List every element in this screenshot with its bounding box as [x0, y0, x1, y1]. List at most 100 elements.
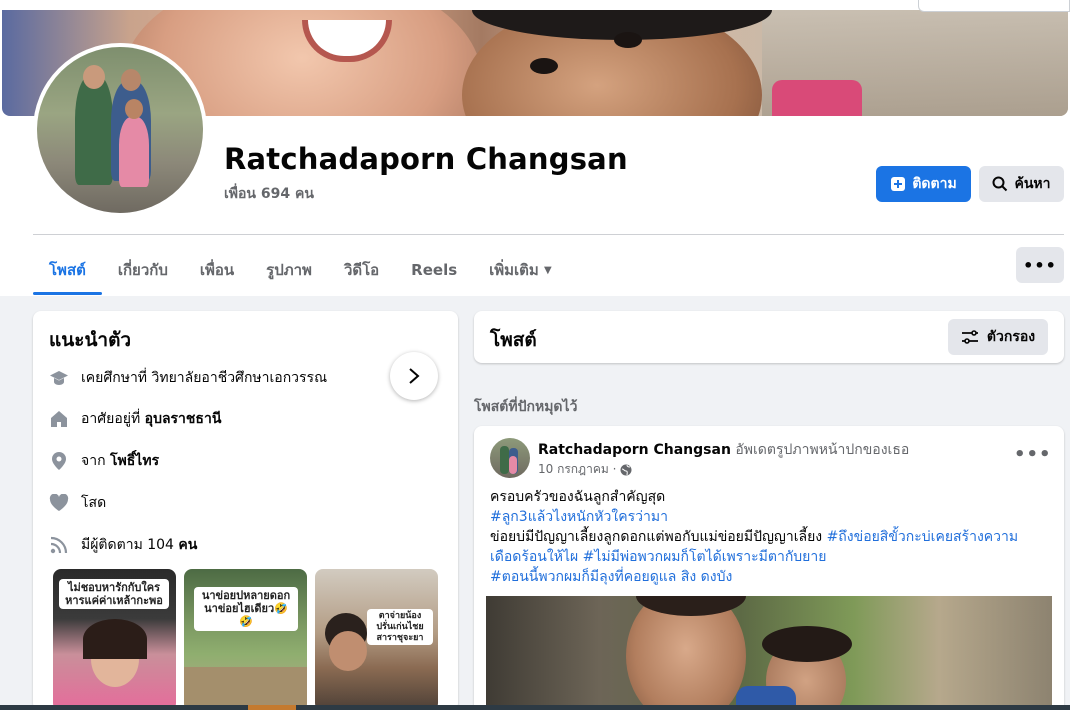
featured-thumb[interactable]: นาข่อยปหลายดอก นาข่อยไฮเดียว🤣🤣: [184, 569, 307, 710]
home-icon: [49, 409, 69, 429]
top-right-panel: [918, 0, 1070, 12]
rss-icon: [49, 535, 69, 555]
post-action: อัพเดตรูปภาพหน้าปกของเธอ: [730, 442, 910, 458]
chevron-right-icon: [409, 368, 420, 384]
post-date[interactable]: 10 กรกฎาคม ·: [538, 460, 616, 479]
intro-from: จาก โพธิ์ไทร: [49, 450, 159, 472]
avatar-image: [37, 47, 203, 213]
cover-clothing: [772, 80, 862, 116]
intro-followers-text: มีผู้ติดตาม 104: [81, 537, 179, 553]
filter-sliders-icon: [961, 330, 978, 344]
thumb-hair: [83, 619, 147, 659]
follow-button[interactable]: ติดตาม: [876, 166, 971, 202]
search-icon: [992, 176, 1008, 192]
friend-count[interactable]: เพื่อน 694 คน: [224, 183, 314, 205]
intro-lives-in: อาศัยอยู่ที่ อุบลราชธานี: [49, 408, 221, 430]
tab-label: วิดีโอ: [343, 261, 380, 279]
tab-label: เพื่อน: [199, 261, 235, 279]
post-line: ข่อยบ่มีปัญญาเลี้ยงลูกดอกแต่พอกับแม่ข่อย…: [490, 527, 1050, 547]
avatar-child: [509, 456, 517, 474]
tab-label: โพสต์: [49, 261, 86, 279]
profile-search-button[interactable]: ค้นหา: [979, 166, 1064, 202]
post-meta: 10 กรกฎาคม ·: [538, 460, 632, 479]
intro-lives-place[interactable]: อุบลราชธานี: [145, 411, 222, 427]
featured-thumb-caption: นาข่อยปหลายดอก นาข่อยไฮเดียว🤣🤣: [194, 587, 298, 631]
intro-education-text: เคยศึกษาที่ วิทยาลัยอาชีวศึกษาเอกวรรณ: [81, 370, 328, 386]
post-photo[interactable]: [486, 596, 1052, 710]
avatar-person: [75, 75, 113, 185]
search-label: ค้นหา: [1014, 176, 1051, 192]
cover-eye: [614, 32, 642, 48]
profile-tabs: โพสต์ เกี่ยวกับ เพื่อน รูปภาพ วิดีโอ Ree…: [33, 246, 568, 296]
featured-thumb-caption: ตาจ่ายน้องปรั่นเก่นไชย สาราชุจะยา: [367, 609, 433, 646]
tab-reels[interactable]: Reels: [395, 246, 473, 294]
post-options-button[interactable]: •••: [1014, 444, 1052, 465]
post-text: ครอบครัวของฉันลูกสำคัญสุด #ลูก3แล้วไงหนั…: [490, 487, 1050, 587]
featured-thumb[interactable]: ไม่ชอบหารักกับใคร หารแค่ค่าเหล้ากะพอ: [53, 569, 176, 710]
intro-followers-unit: คน: [178, 537, 198, 553]
intro-from-place[interactable]: โพธิ์ไทร: [110, 453, 159, 469]
hashtag-link[interactable]: #ถึงข่อยสิขั้วกะบ่เคยสร้างความ: [827, 529, 1019, 545]
featured-thumb-caption: ไม่ชอบหารักกับใคร หารแค่ค่าเหล้ากะพอ: [59, 579, 169, 610]
graduation-cap-icon: [49, 368, 69, 388]
hashtag-link[interactable]: #ตอนนี้พวกผมก็มีลุงที่คอยดูแล สิง ดงบัง: [490, 567, 1050, 587]
intro-relationship: โสด: [49, 492, 106, 514]
avatar-head: [125, 99, 143, 119]
intro-lives-text: อาศัยอยู่ที่: [81, 411, 145, 427]
intro-from-text: จาก: [81, 453, 110, 469]
thumb-face: [329, 631, 367, 671]
profile-name: Ratchadaporn Changsan: [224, 142, 628, 176]
tab-about[interactable]: เกี่ยวกับ: [102, 246, 184, 294]
more-options-button[interactable]: •••: [1016, 247, 1064, 283]
posts-title: โพสต์: [490, 329, 537, 351]
tab-label: เกี่ยวกับ: [117, 261, 168, 279]
posts-header-card: โพสต์ ตัวกรอง: [474, 311, 1064, 363]
header-divider: [33, 234, 1064, 235]
featured-thumb[interactable]: ตาจ่ายน้องปรั่นเก่นไชย สาราชุจะยา: [315, 569, 438, 710]
follow-label: ติดตาม: [912, 176, 957, 192]
filter-button[interactable]: ตัวกรอง: [948, 319, 1048, 355]
location-pin-icon: [49, 451, 69, 471]
post-header: Ratchadaporn Changsan อัพเดตรูปภาพหน้าปก…: [538, 439, 909, 461]
tab-label: Reels: [411, 261, 458, 279]
follow-plus-icon: [891, 177, 906, 191]
profile-page: Ratchadaporn Changsan เพื่อน 694 คน ติดต…: [0, 0, 1070, 710]
avatar-head: [83, 65, 105, 89]
next-arrow-button[interactable]: [390, 352, 438, 400]
globe-icon: [620, 464, 632, 475]
tab-more[interactable]: เพิ่มเติม ▼: [473, 246, 568, 294]
heart-icon: [49, 493, 69, 513]
intro-title: แนะนำตัว: [49, 329, 132, 351]
tab-label: เพิ่มเติม: [489, 261, 539, 279]
post-line: เดือดร้อนให้ไผ #ไม่มีพ่อพวกผมก็โตได้เพรา…: [490, 547, 1050, 567]
taskbar-strip: [0, 705, 1070, 710]
hashtag-link[interactable]: เดือดร้อนให้ไผ: [490, 549, 578, 565]
pinned-posts-label: โพสต์ที่ปักหมุดไว้: [474, 399, 578, 415]
post-author-avatar[interactable]: [490, 438, 530, 478]
filter-label: ตัวกรอง: [986, 329, 1036, 345]
chevron-down-icon: ▼: [544, 264, 552, 276]
profile-avatar[interactable]: [33, 43, 207, 217]
thumb-field: [184, 667, 307, 710]
tab-videos[interactable]: วิดีโอ: [328, 246, 395, 294]
featured-collection: ไม่ชอบหารักกับใคร หารแค่ค่าเหล้ากะพอ นาข…: [53, 569, 438, 710]
tab-posts[interactable]: โพสต์: [33, 246, 102, 295]
avatar-child: [119, 117, 149, 187]
intro-relationship-text: โสด: [81, 495, 107, 511]
intro-education: เคยศึกษาที่ วิทยาลัยอาชีวศึกษาเอกวรรณ: [49, 367, 327, 389]
avatar-person: [500, 446, 509, 474]
post-author-name[interactable]: Ratchadaporn Changsan: [538, 442, 731, 458]
tab-label: รูปภาพ: [266, 261, 312, 279]
tab-photos[interactable]: รูปภาพ: [250, 246, 328, 294]
cover-eye: [530, 58, 558, 74]
avatar-head: [121, 69, 141, 91]
photo-child-hair: [762, 626, 852, 662]
post-line: ครอบครัวของฉันลูกสำคัญสุด: [490, 489, 666, 505]
tab-friends[interactable]: เพื่อน: [184, 246, 250, 294]
post-line-text: ข่อยบ่มีปัญญาเลี้ยงลูกดอกแต่พอกับแม่ข่อย…: [490, 529, 827, 545]
taskbar-active-segment: [248, 705, 296, 710]
intro-followers: มีผู้ติดตาม 104 คน: [49, 534, 197, 556]
pinned-post: Ratchadaporn Changsan อัพเดตรูปภาพหน้าปก…: [474, 426, 1064, 710]
hashtag-link[interactable]: #ลูก3แล้วไงหนักหัวใครว่ามา: [490, 507, 1050, 527]
hashtag-link[interactable]: #ไม่มีพ่อพวกผมก็โตได้เพราะมีตากับยาย: [583, 549, 827, 565]
